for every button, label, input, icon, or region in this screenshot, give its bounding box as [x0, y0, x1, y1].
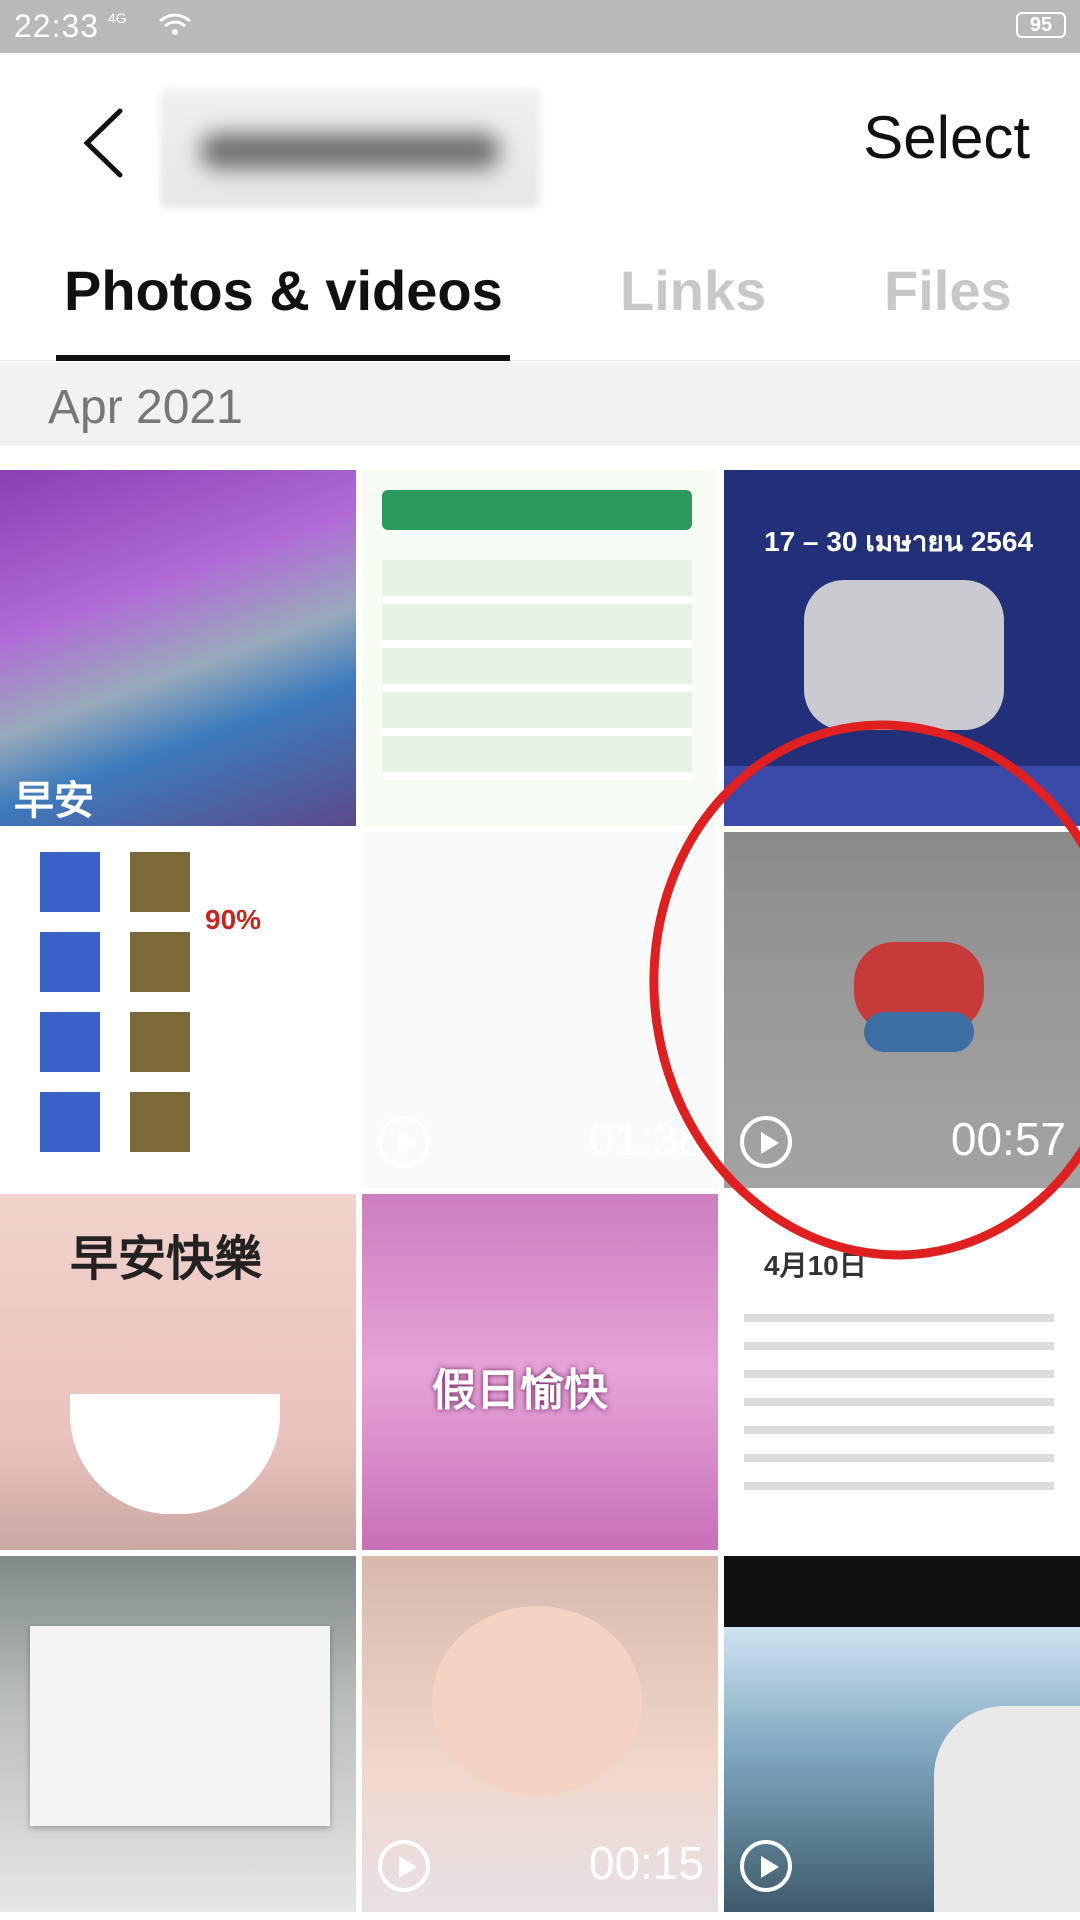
tab-links[interactable]: Links — [620, 258, 766, 323]
battery-icon: 95 — [1016, 12, 1066, 38]
media-thumbnail[interactable] — [724, 1556, 1080, 1912]
media-overlay-text: 早安快樂 — [70, 1233, 263, 1286]
network-label: 4G — [108, 10, 127, 26]
play-icon — [740, 1840, 792, 1892]
tab-photos-videos[interactable]: Photos & videos — [64, 258, 503, 323]
chat-title-blurred — [160, 88, 540, 208]
wifi-icon — [159, 13, 191, 35]
chevron-left-icon[interactable] — [75, 103, 135, 183]
section-date-header: Apr 2021 — [0, 362, 1080, 446]
play-icon — [378, 1116, 430, 1168]
video-duration: 00:15 — [588, 1837, 704, 1889]
status-time: 22:33 — [14, 8, 100, 44]
status-bar: 22:33 4G 95 — [0, 0, 1080, 53]
media-thumbnail[interactable] — [362, 470, 718, 826]
play-icon — [378, 1840, 430, 1892]
media-thumbnail[interactable] — [0, 1556, 356, 1912]
media-thumbnail[interactable]: 早安 — [0, 470, 356, 826]
tab-files[interactable]: Files — [884, 258, 1012, 323]
media-grid: Apr 2021 早安 17 – 30 เมษายน 2564 90% 01:3… — [0, 362, 1080, 1920]
media-overlay-text: 17 – 30 เมษายน 2564 — [764, 526, 1034, 557]
media-overlay-text: 90% — [205, 904, 262, 935]
top-bar: Select — [0, 53, 1080, 223]
media-thumbnail[interactable]: 早安快樂 — [0, 1194, 356, 1550]
media-overlay-text: 假日愉快 — [432, 1366, 608, 1415]
media-thumbnail[interactable]: 假日愉快 — [362, 1194, 718, 1550]
media-thumbnail[interactable]: 00:15 — [362, 1556, 718, 1912]
section-date: Apr 2021 — [48, 381, 243, 434]
media-overlay-text: 早安 — [14, 779, 94, 823]
tab-bar: Photos & videos Links Files — [0, 240, 1080, 361]
active-tab-indicator — [56, 355, 510, 361]
media-thumbnail[interactable]: 90% — [0, 832, 356, 1188]
select-button[interactable]: Select — [863, 103, 1030, 172]
